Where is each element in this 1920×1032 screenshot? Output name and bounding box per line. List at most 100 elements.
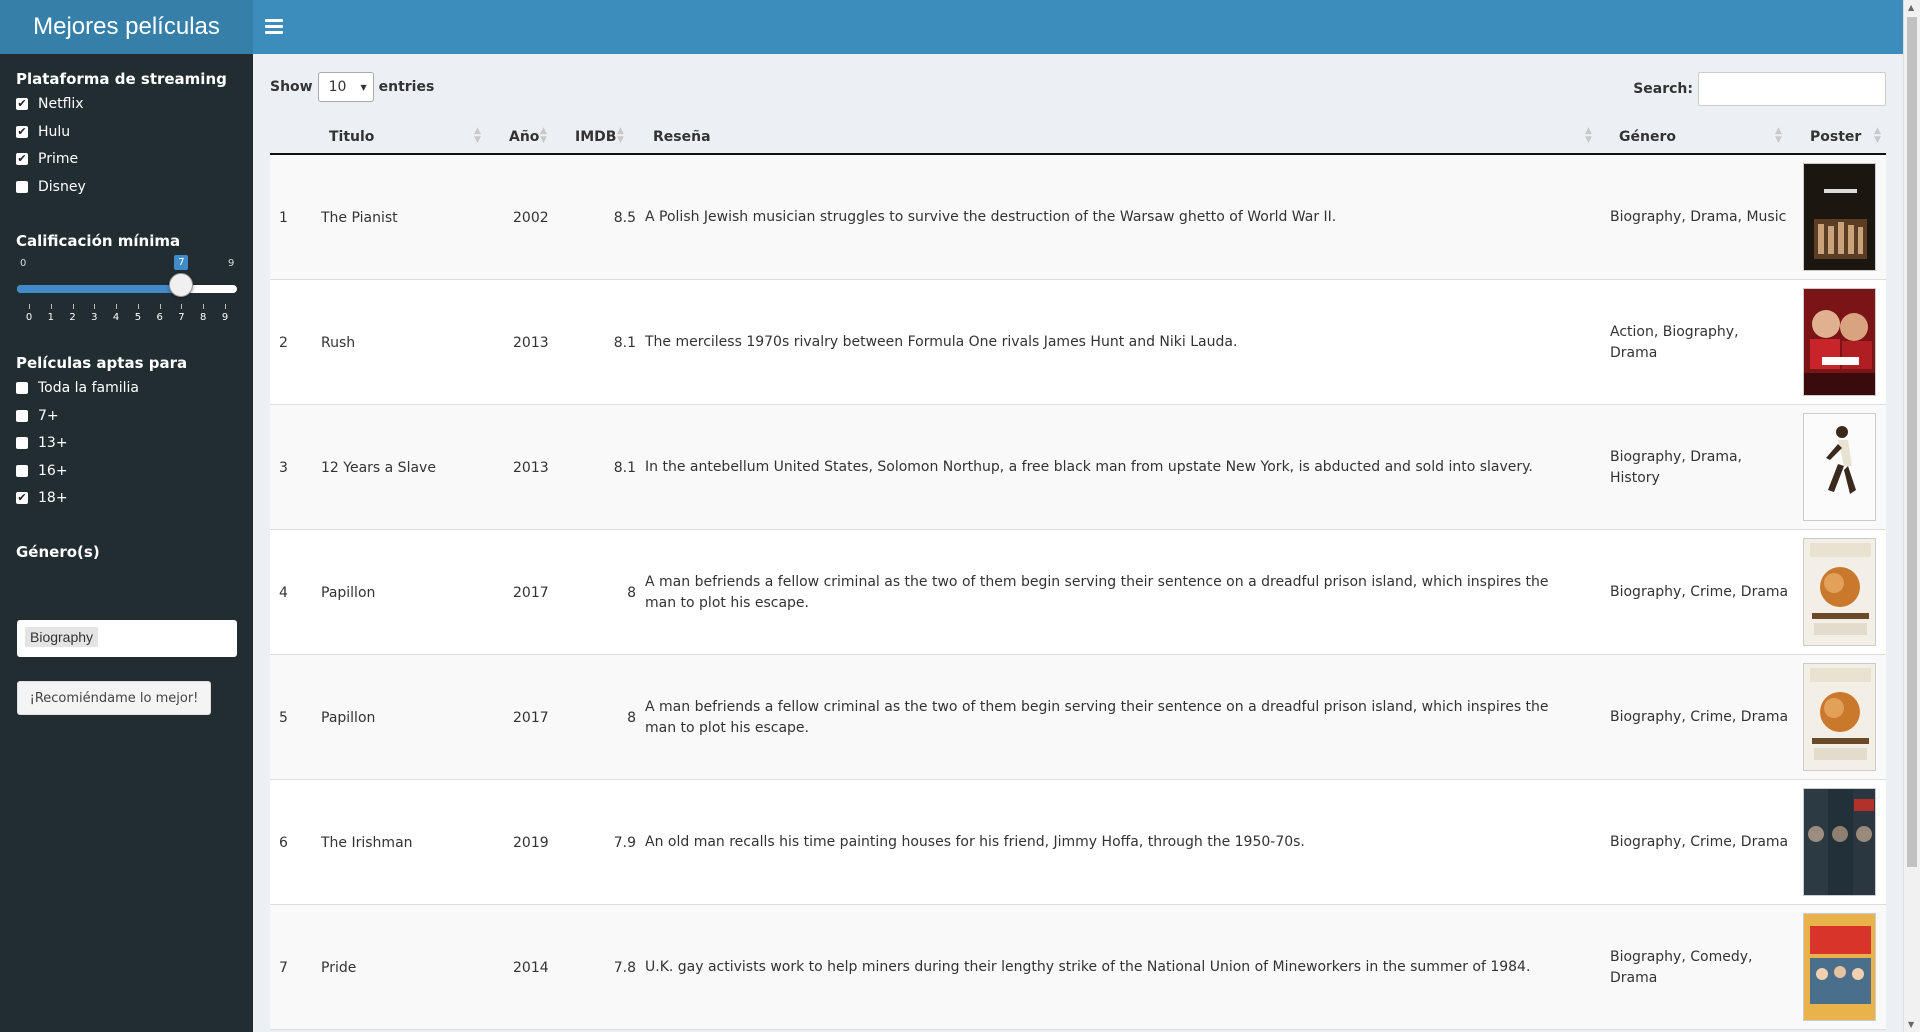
column-header-imdb[interactable]: IMDB	[575, 118, 616, 155]
poster-image-rush	[1803, 288, 1876, 396]
page-length-select[interactable]: 10 ▼	[317, 72, 374, 102]
age-checkbox-label: 7+	[38, 407, 59, 424]
cell-genre-text: Biography, Drama, History	[1610, 448, 1743, 486]
sidebar-toggle-icon[interactable]	[265, 17, 283, 37]
slider-tick-label: 1	[47, 312, 54, 323]
checkbox-checked-icon[interactable]: ✔	[16, 98, 28, 110]
cell-review-text: In the antebellum United States, Solomon…	[645, 459, 1533, 475]
search-control: Search:	[1633, 72, 1886, 106]
cell-imdb: 7.9	[613, 834, 636, 851]
platform-checkbox-label: Prime	[38, 151, 79, 167]
search-label: Search:	[1633, 81, 1693, 97]
cell-review: In the antebellum United States, Solomon…	[645, 405, 1575, 530]
slider-tick	[116, 304, 118, 309]
table-row[interactable]: 3 12 Years a Slave 2013 8.1 In the antebellu…	[270, 405, 1886, 530]
sort-icon: ▲ ▼	[474, 126, 481, 145]
platform-checkbox-row[interactable]: ✔ Hulu	[16, 124, 70, 140]
slider-min-label: 0	[20, 258, 27, 269]
cell-genre: Biography, Crime, Drama	[1610, 780, 1790, 905]
genre-tag-biography[interactable]: Biography	[25, 627, 99, 647]
cell-review: A Polish Jewish musician struggles to su…	[645, 155, 1575, 280]
column-header-titulo[interactable]: Titulo	[329, 118, 374, 155]
slider-tick-label: 9	[221, 312, 229, 323]
cell-year: 2002	[513, 209, 549, 226]
cell-review-text: A Polish Jewish musician struggles to su…	[645, 209, 1337, 225]
platform-checkbox-row[interactable]: Disney	[16, 179, 86, 195]
cell-title: 12 Years a Slave	[321, 459, 436, 476]
table-row[interactable]: 4 Papillon 2017 8 A man befriends a fellow c…	[270, 530, 1886, 655]
app-title: Mejores películas	[0, 0, 253, 54]
age-checkbox-row[interactable]: ✔ 18+	[16, 490, 68, 506]
scroll-up-icon[interactable]: ▲	[1908, 3, 1914, 12]
genre-select[interactable]: Biography	[17, 620, 237, 657]
cell-genre: Action, Biography, Drama	[1610, 280, 1790, 405]
slider-tick-label: 4	[112, 312, 120, 323]
main-content: Show 10 ▼ entries Search: Titulo ▲ ▼ Año …	[253, 54, 1903, 1032]
rating-slider-track[interactable]	[17, 285, 237, 293]
checkbox-checked-icon[interactable]: ✔	[16, 125, 28, 138]
age-checkbox-row[interactable]: 13+	[16, 435, 68, 451]
platform-checkbox-label: Netflix	[38, 96, 84, 112]
page-scrollbar[interactable]: ▲ ▼	[1903, 0, 1920, 1032]
table-row[interactable]: 2 Rush 2013 8.1 The merciless 1970s rivalry …	[270, 280, 1886, 405]
cell-index: 6	[279, 834, 288, 851]
platform-checkbox-label: Hulu	[38, 123, 71, 140]
search-input[interactable]	[1698, 72, 1886, 106]
age-checkbox-label: 16+	[38, 462, 68, 479]
movies-table: Titulo ▲ ▼ Año ▲ ▼ IMDB ▲ ▼ Reseña ▲ ▼ Géner…	[270, 118, 1886, 1030]
cell-imdb: 8.5	[613, 209, 636, 226]
rating-slider-fill	[17, 285, 182, 293]
column-header-ano[interactable]: Año	[509, 118, 539, 155]
slider-tick	[159, 304, 161, 309]
slider-tick	[50, 304, 52, 309]
slider-tick	[181, 304, 183, 309]
poster-image-pianist	[1803, 163, 1876, 271]
sort-icon: ▲ ▼	[617, 126, 624, 145]
checkbox-checked-icon[interactable]: ✔	[16, 492, 28, 504]
checkbox-unchecked-icon[interactable]	[16, 180, 28, 193]
rating-slider-handle[interactable]	[169, 273, 194, 297]
column-header-genero[interactable]: Género	[1619, 118, 1676, 155]
cell-genre: Biography, Comedy, Drama	[1610, 905, 1790, 1030]
checkbox-unchecked-icon[interactable]	[16, 464, 28, 477]
age-checkbox-row[interactable]: 7+	[16, 408, 59, 424]
age-label: Películas aptas para	[16, 354, 188, 372]
scroll-down-icon[interactable]: ▼	[1908, 1020, 1914, 1029]
cell-review-text: An old man recalls his time painting hou…	[645, 834, 1305, 850]
cell-imdb: 8	[627, 584, 636, 601]
platform-checkbox-label: Disney	[38, 178, 86, 195]
column-header-resena[interactable]: Reseña	[653, 118, 711, 155]
cell-genre: Biography, Crime, Drama	[1610, 530, 1790, 655]
age-checkbox-row[interactable]: Toda la familia	[16, 380, 139, 396]
poster-image-papillon	[1803, 538, 1876, 646]
sort-icon: ▲ ▼	[540, 126, 547, 145]
checkbox-unchecked-icon[interactable]	[16, 437, 28, 449]
age-checkbox-label: 13+	[38, 435, 68, 451]
checkbox-unchecked-icon[interactable]	[16, 382, 28, 394]
checkbox-checked-icon[interactable]: ✔	[16, 153, 28, 165]
cell-year: 2017	[513, 584, 549, 601]
table-row[interactable]: 1 The Pianist 2002 8.5 A Polish Jewish music…	[270, 155, 1886, 280]
poster-image-papillon	[1803, 663, 1876, 771]
checkbox-unchecked-icon[interactable]	[16, 409, 28, 422]
age-checkbox-row[interactable]: 16+	[16, 463, 68, 479]
cell-review-text: The merciless 1970s rivalry between Form…	[645, 334, 1238, 350]
slider-tick-label: 3	[91, 312, 98, 323]
sort-icon: ▲ ▼	[1775, 126, 1782, 145]
column-header-poster[interactable]: Poster	[1810, 118, 1861, 155]
poster-image-irishman	[1803, 788, 1876, 896]
scroll-thumb[interactable]	[1907, 17, 1917, 867]
table-row[interactable]: 7 Pride 2014 7.8 U.K. gay activists work to …	[270, 905, 1886, 1030]
cell-review: The merciless 1970s rivalry between Form…	[645, 280, 1575, 405]
recommend-button[interactable]: ¡Recomiéndame lo mejor!	[17, 681, 211, 715]
table-row[interactable]: 5 Papillon 2017 8 A man befriends a fellow c…	[270, 655, 1886, 780]
platform-checkbox-row[interactable]: ✔ Prime	[16, 151, 78, 167]
entries-label: entries	[378, 79, 435, 95]
cell-index: 2	[279, 334, 288, 351]
table-row[interactable]: 6 The Irishman 2019 7.9 An old man recalls h…	[270, 780, 1886, 905]
cell-review-text: U.K. gay activists work to help miners d…	[645, 959, 1531, 975]
cell-review-text: A man befriends a fellow criminal as the…	[645, 573, 1549, 611]
platform-checkbox-row[interactable]: ✔ Netflix	[16, 96, 84, 112]
sort-icon: ▲ ▼	[1874, 126, 1881, 145]
cell-genre-text: Biography, Crime, Drama	[1610, 584, 1789, 600]
